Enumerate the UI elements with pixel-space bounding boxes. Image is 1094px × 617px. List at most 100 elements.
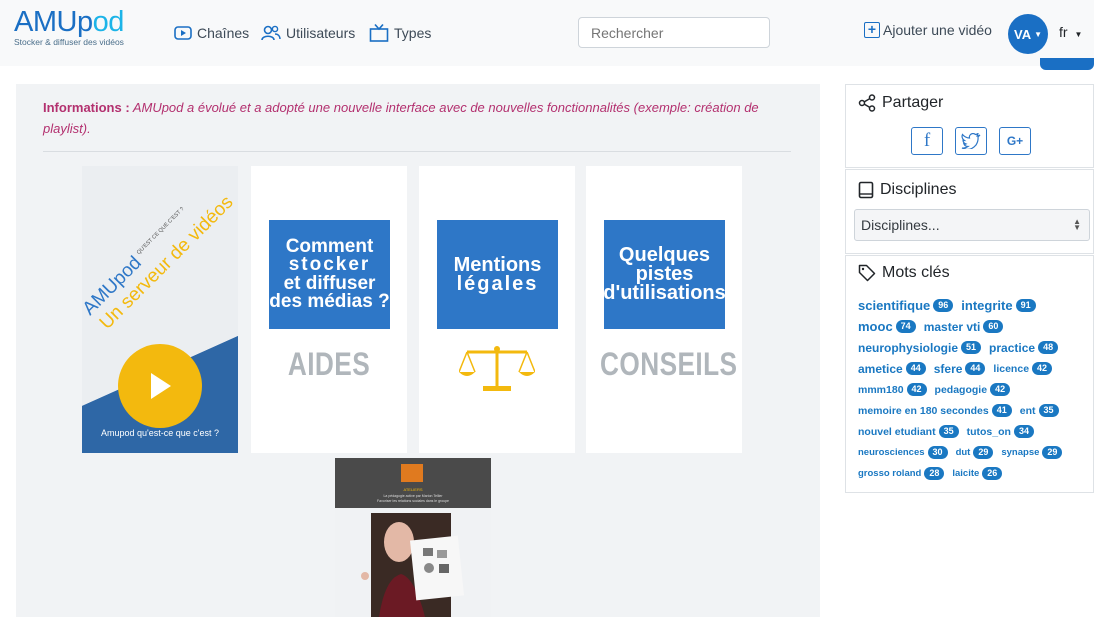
count-badge: 35: [1038, 404, 1059, 417]
share-title: Partager: [858, 94, 943, 112]
info-label: Informations :: [43, 100, 130, 115]
count-badge: 35: [938, 425, 959, 438]
video-caption: Amupod qu'est-ce que c'est ?: [100, 428, 219, 438]
count-badge: 51: [961, 341, 982, 354]
keyword-tag[interactable]: practice 48: [989, 341, 1059, 355]
share-twitter-button[interactable]: [955, 127, 987, 155]
card-line: Mentions: [453, 253, 542, 276]
brand[interactable]: AMUpod Stocker & diffuser des vidéos: [14, 8, 124, 48]
googleplus-label: G+: [1006, 134, 1024, 148]
caret-down-icon: ▼: [1074, 30, 1083, 39]
card-box: Comment stocker et diffuser des médias ?: [269, 220, 390, 329]
keyword-row: nouvel etudiant 35 tutos_on 34: [858, 421, 1090, 442]
nav-label: Types: [394, 25, 432, 41]
top-navbar: AMUpod Stocker & diffuser des vidéos Cha…: [0, 0, 1094, 66]
count-badge: 60: [983, 320, 1004, 333]
share-panel: Partager f G+: [845, 84, 1094, 168]
count-badge: 42: [906, 383, 927, 396]
share-googleplus-button[interactable]: G+: [999, 127, 1031, 155]
card-mentions-legales[interactable]: Mentions légales: [419, 166, 575, 453]
user-initials: VA: [1013, 26, 1032, 42]
card-big-label: CONSEILS: [600, 346, 738, 382]
search-input[interactable]: [578, 17, 770, 48]
keyword-tag[interactable]: licence 42: [993, 362, 1053, 375]
count-badge: 26: [982, 467, 1003, 480]
tag-icon: [858, 264, 876, 282]
keyword-tag[interactable]: neurosciences 30: [858, 446, 948, 459]
count-badge: 44: [965, 362, 986, 375]
keyword-row: memoire en 180 secondes 41 ent 35: [858, 400, 1090, 421]
keyword-row: neurosciences 30 dut 29 synapse 29: [858, 442, 1090, 463]
count-badge: 48: [1038, 341, 1059, 354]
keyword-tag[interactable]: dut 29: [956, 446, 994, 459]
keyword-tag[interactable]: tutos_on 34: [967, 425, 1034, 438]
count-badge: 74: [895, 320, 916, 333]
count-badge: 29: [973, 446, 994, 459]
keyword-tag[interactable]: nouvel etudiant 35: [858, 425, 959, 438]
nav-types[interactable]: Types: [369, 22, 431, 44]
top-edge-button[interactable]: [1040, 58, 1094, 70]
video-card-atelier[interactable]: ATELIERS La pédagogie active par Marion …: [335, 458, 491, 617]
card-box: Mentions légales: [437, 220, 558, 329]
user-avatar-menu[interactable]: VA ▼: [1008, 14, 1048, 54]
plus-square-icon: +: [864, 22, 880, 38]
tagline: Stocker & diffuser des vidéos: [14, 37, 124, 47]
keyword-row: ametice 44 sfere 44 licence 42: [858, 358, 1090, 379]
card-big-label: AIDES: [287, 346, 371, 382]
count-badge: 30: [927, 446, 948, 459]
card-line: stocker: [288, 254, 371, 276]
keyword-tag[interactable]: pedagogie 42: [935, 383, 1011, 396]
card-line: légales: [456, 272, 539, 295]
keyword-tag[interactable]: ametice 44: [858, 362, 926, 376]
play-icon[interactable]: [118, 344, 202, 428]
nav-label: Chaînes: [197, 25, 250, 41]
language-label: fr: [1059, 24, 1068, 40]
keyword-tag[interactable]: ent 35: [1020, 404, 1059, 417]
count-badge: 34: [1013, 425, 1034, 438]
keyword-row: scientifique 96 integrite 91: [858, 295, 1090, 316]
keyword-tag[interactable]: neurophysiologie 51: [858, 341, 982, 355]
book-icon: [858, 181, 874, 199]
keyword-tag[interactable]: master vti 60: [924, 320, 1004, 334]
keyword-tag[interactable]: sfere 44: [934, 362, 986, 376]
card-box: Quelques pistes d'utilisations: [603, 220, 726, 329]
count-badge: 28: [924, 467, 945, 480]
keyword-tag[interactable]: memoire en 180 secondes 41: [858, 404, 1012, 417]
keyword-row: grosso roland 28 laicite 26: [858, 463, 1090, 484]
nav-utilisateurs[interactable]: Utilisateurs: [261, 22, 355, 44]
keyword-tag[interactable]: mooc 74: [858, 319, 916, 334]
card-line: et diffuser: [283, 272, 376, 294]
nav-label: Utilisateurs: [286, 25, 356, 41]
facebook-icon: f: [923, 130, 931, 151]
nav-chaines[interactable]: Chaînes: [174, 22, 249, 44]
thumb-line: La pédagogie active par Marion Tellier: [383, 494, 443, 498]
share-facebook-button[interactable]: f: [911, 127, 943, 155]
keyword-tag[interactable]: grosso roland 28: [858, 467, 945, 480]
featured-video-card[interactable]: AMUpod QU'EST CE QUE C'EST ? Un serveur …: [82, 166, 238, 453]
info-text: AMUpod a évolué et a adopté une nouvelle…: [43, 100, 759, 136]
info-message: Informations : AMUpod a évolué et a adop…: [43, 97, 783, 139]
card-aides[interactable]: Comment stocker et diffuser des médias ?…: [251, 166, 407, 453]
keyword-tag[interactable]: laicite 26: [952, 467, 1003, 480]
count-badge: 29: [1042, 446, 1063, 459]
language-select[interactable]: fr ▼: [1059, 24, 1082, 40]
scales-icon: [459, 346, 535, 391]
add-video-label: Ajouter une vidéo: [883, 22, 992, 38]
keyword-cloud: scientifique 96 integrite 91 mooc 74 master…: [858, 295, 1090, 484]
keyword-tag[interactable]: synapse 29: [1001, 446, 1063, 459]
count-badge: 91: [1015, 299, 1036, 312]
share-icon: [858, 94, 876, 112]
card-line: d'utilisations: [603, 282, 726, 304]
disciplines-select[interactable]: Disciplines... ▲ ▼: [854, 209, 1090, 241]
keyword-tag[interactable]: mmm180 42: [858, 383, 927, 396]
keyword-tag[interactable]: scientifique 96: [858, 298, 954, 313]
thumb-line: Favoriser les relations sociales dans le…: [377, 499, 449, 503]
count-badge: 42: [990, 383, 1011, 396]
add-video-button[interactable]: + Ajouter une vidéo: [864, 22, 992, 38]
play-square-icon: [174, 26, 192, 40]
keyword-row: neurophysiologie 51 practice 48: [858, 337, 1090, 358]
logo[interactable]: AMUpod: [14, 8, 124, 37]
card-conseils[interactable]: Quelques pistes d'utilisations CONSEILS: [586, 166, 742, 453]
keyword-tag[interactable]: integrite 91: [961, 298, 1036, 313]
keywords-panel: Mots clés scientifique 96 integrite 91 moo…: [845, 255, 1094, 493]
